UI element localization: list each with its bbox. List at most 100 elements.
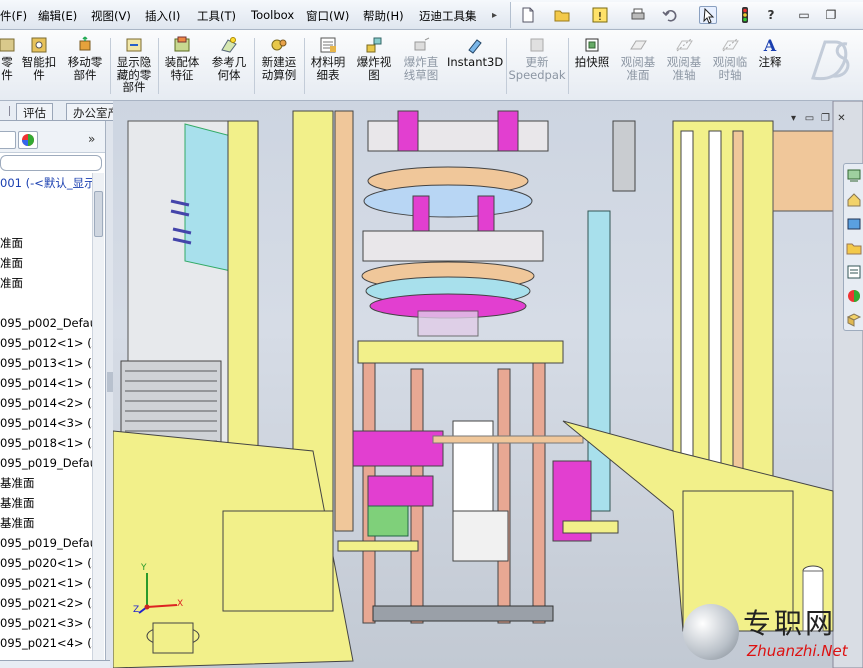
tree-item[interactable]: 准面	[0, 273, 92, 293]
menu-view[interactable]: 视图(V)	[91, 8, 131, 24]
smart-fastener-icon	[29, 36, 49, 54]
menu-help[interactable]: 帮助(H)	[363, 8, 404, 24]
menu-file[interactable]: 件(F)	[0, 8, 27, 24]
graphics-viewport[interactable]: ▾ ▭ ❐ ✕	[113, 101, 863, 668]
tab-evaluate[interactable]: 评估	[16, 103, 53, 120]
tree-item[interactable]	[0, 213, 92, 233]
new-document-icon[interactable]	[519, 6, 537, 24]
menu-toolbox[interactable]: Toolbox	[251, 8, 294, 22]
tree-item[interactable]: 095_p019_Defau	[0, 453, 92, 473]
menu-tools[interactable]: 工具(T)	[197, 8, 236, 24]
triad-y-label: Y	[141, 563, 147, 573]
home-icon[interactable]	[846, 192, 862, 208]
tree-item[interactable]: 095_p002_Defau	[0, 313, 92, 333]
tool-view-planes[interactable]: 观阅基 准面	[616, 34, 660, 98]
menu-overflow-icon[interactable]: ▸	[492, 10, 497, 21]
appearance-tab-icon[interactable]	[18, 131, 38, 149]
tree-item[interactable]	[0, 193, 92, 213]
horizontal-rod	[432, 435, 584, 444]
panel-splitter[interactable]	[106, 121, 113, 668]
task-pane	[843, 163, 863, 331]
view-planes-icon	[628, 36, 648, 54]
tool-move-component[interactable]: 移动零 部件	[62, 34, 108, 98]
tree-item[interactable]: 准面	[0, 253, 92, 273]
menu-maidi-tools[interactable]: 迈迪工具集	[419, 8, 477, 24]
viewport-menu-icon[interactable]: ▾	[787, 113, 800, 125]
tree-item[interactable]: 基准面	[0, 513, 92, 533]
assembly-feature-icon	[172, 36, 192, 54]
exploded-view-icon	[364, 36, 384, 54]
svg-text:A: A	[763, 36, 777, 54]
tree-item[interactable]: 095_p021<4> (A	[0, 633, 92, 653]
tool-smart-fastener[interactable]: 智能扣 件	[18, 34, 60, 98]
library-icon[interactable]	[846, 216, 862, 232]
appearance-icon[interactable]	[846, 288, 862, 304]
tree-item[interactable]: 095_p014<3> (A	[0, 413, 92, 433]
tool-view-axes[interactable]: 观阅基 准轴	[662, 34, 706, 98]
select-pointer-icon[interactable]	[699, 6, 717, 24]
tree-item[interactable]: 095_p018<1> (A	[0, 433, 92, 453]
tool-annotation[interactable]: A 注释	[754, 34, 786, 98]
tree-filter-input[interactable]	[0, 155, 102, 171]
custom-props-icon[interactable]	[846, 312, 862, 328]
tree-item[interactable]: 095_p019_Defau	[0, 533, 92, 553]
tool-explode-line-sketch[interactable]: 爆炸直 线草图	[398, 34, 444, 98]
tree-item[interactable]: 001 (-<默认_显示	[0, 173, 92, 193]
tool-assembly-feature[interactable]: 装配体 特征	[160, 34, 204, 98]
warning-icon[interactable]: !	[591, 6, 609, 24]
tool-reference-geometry[interactable]: 参考几 何体	[206, 34, 252, 98]
tree-scrollbar[interactable]	[92, 173, 104, 668]
tool-part[interactable]: 零 件	[0, 34, 16, 98]
tool-view-temp-axes[interactable]: 观阅临 时轴	[708, 34, 752, 98]
ds-logo-icon	[807, 34, 855, 90]
tree-item[interactable]: 基准面	[0, 493, 92, 513]
undo-icon[interactable]	[661, 6, 679, 24]
move-component-icon	[75, 36, 95, 54]
tree-item[interactable]	[0, 293, 92, 313]
view-palette-icon[interactable]	[846, 264, 862, 280]
traffic-light-icon[interactable]	[736, 6, 754, 24]
restore-button[interactable]: ❐	[823, 7, 839, 23]
tool-snapshot[interactable]: 拍快照	[570, 34, 614, 98]
reference-geometry-icon	[219, 36, 239, 54]
tree-item[interactable]: 基准面	[0, 473, 92, 493]
tree-item[interactable]: 095_p020<1> (A	[0, 553, 92, 573]
tree-item[interactable]: 095_p013<1> (A	[0, 353, 92, 373]
bottom-sheet-tabs[interactable]	[0, 660, 110, 668]
tree-item[interactable]: 095_p014<2> (A	[0, 393, 92, 413]
menu-insert[interactable]: 插入(I)	[145, 8, 180, 24]
open-folder-icon[interactable]	[553, 6, 571, 24]
menu-edit[interactable]: 编辑(E)	[38, 8, 77, 24]
print-icon[interactable]	[629, 6, 647, 24]
speedpak-icon	[527, 36, 547, 54]
tree-item[interactable]: 095_p021<2> (A	[0, 593, 92, 613]
tree-item[interactable]: 095_p021<1> (A	[0, 573, 92, 593]
config-manager-tab[interactable]	[0, 131, 16, 149]
bom-icon	[318, 36, 338, 54]
panel-header: »	[0, 121, 105, 153]
viewport-restore-button[interactable]: ❐	[819, 113, 832, 125]
tree-item[interactable]: 095_p012<1> (A	[0, 333, 92, 353]
folder-icon[interactable]	[846, 240, 862, 256]
tree-scroll-thumb[interactable]	[94, 191, 103, 237]
tree-item[interactable]: 095_p021<3> (A	[0, 613, 92, 633]
viewport-close-button[interactable]: ✕	[835, 113, 848, 125]
tool-exploded-view[interactable]: 爆炸视 图	[352, 34, 396, 98]
tool-motion-study[interactable]: 新建运 动算例	[256, 34, 302, 98]
menu-bar: 件(F) 编辑(E) 视图(V) 插入(I) 工具(T) Toolbox 窗口(…	[0, 0, 863, 30]
menu-window[interactable]: 窗口(W)	[306, 8, 349, 24]
triad-x-label: X	[177, 599, 184, 609]
tool-show-hidden[interactable]: 显示隐 藏的零 部件	[112, 34, 156, 98]
tree-item[interactable]: 准面	[0, 233, 92, 253]
panel-expand-chevron[interactable]: »	[88, 132, 95, 146]
help-button[interactable]: ?	[763, 7, 779, 23]
view-axes-icon	[674, 36, 694, 54]
tool-update-speedpak[interactable]: 更新 Speedpak	[508, 34, 566, 98]
tool-instant3d[interactable]: Instant3D	[447, 34, 503, 98]
resources-icon[interactable]	[846, 168, 862, 184]
viewport-minimize-button[interactable]: ▭	[803, 113, 816, 125]
minimize-button[interactable]: ▭	[796, 7, 812, 23]
annotation-icon: A	[760, 36, 780, 54]
tree-item[interactable]: 095_p014<1> (A	[0, 373, 92, 393]
tool-bom[interactable]: 材料明 细表	[306, 34, 350, 98]
